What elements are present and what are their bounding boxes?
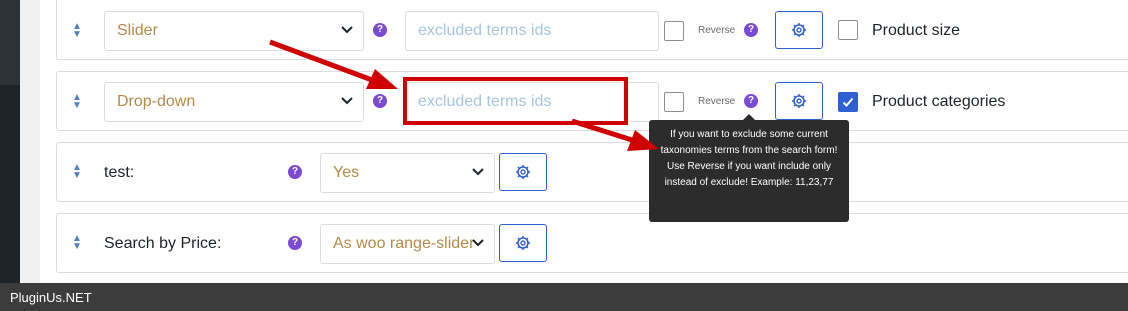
filter-type-select[interactable]: Drop-down <box>104 82 364 122</box>
help-icon[interactable]: ? <box>288 236 302 250</box>
settings-button[interactable] <box>499 153 547 191</box>
reverse-label: Reverse <box>698 25 736 36</box>
footer-bar: PluginUs.NET <box>0 283 1128 311</box>
drag-handle-icon[interactable]: ▲ ▼ <box>72 163 82 182</box>
option-select-value: As woo range-slider <box>333 235 475 252</box>
admin-sidebar-edge <box>0 0 20 283</box>
help-icon[interactable]: ? <box>744 94 758 108</box>
drag-handle-icon[interactable]: ▲ ▼ <box>72 22 82 41</box>
option-select-value: Yes <box>333 164 360 181</box>
footer-brand: PluginUs.NET <box>10 290 92 305</box>
option-select[interactable]: As woo range-slider <box>320 224 495 264</box>
option-select[interactable]: Yes <box>320 153 495 193</box>
chevron-down-icon <box>472 168 484 176</box>
gear-icon <box>516 165 530 179</box>
reverse-checkbox[interactable] <box>664 92 684 112</box>
enable-checkbox[interactable] <box>838 92 858 112</box>
field-label: Product size <box>872 22 961 39</box>
chevron-down-icon <box>341 97 353 105</box>
admin-sidebar-top <box>0 0 20 85</box>
excluded-terms-input[interactable]: excluded terms ids <box>405 11 659 51</box>
help-icon[interactable]: ? <box>744 23 758 37</box>
gear-icon <box>792 23 806 37</box>
chevron-down-icon <box>472 239 484 247</box>
option-label: Search by Price: <box>104 235 222 252</box>
filter-type-value: Drop-down <box>117 93 196 110</box>
content-gutter <box>20 0 40 283</box>
settings-button[interactable] <box>775 82 823 120</box>
settings-button[interactable] <box>775 11 823 49</box>
field-label: Product categories <box>872 93 1006 110</box>
settings-button[interactable] <box>499 224 547 262</box>
filter-type-value: Slider <box>117 22 158 39</box>
filter-row <box>56 142 1128 202</box>
help-icon[interactable]: ? <box>373 94 387 108</box>
filter-type-select[interactable]: Slider <box>104 11 364 51</box>
highlight-box <box>403 77 628 125</box>
help-icon[interactable]: ? <box>373 23 387 37</box>
gear-icon <box>792 94 806 108</box>
option-label: test: <box>104 164 135 181</box>
reverse-checkbox[interactable] <box>664 21 684 41</box>
reverse-label: Reverse <box>698 96 736 107</box>
help-icon[interactable]: ? <box>288 165 302 179</box>
check-icon <box>842 97 854 107</box>
chevron-down-icon <box>341 26 353 34</box>
drag-handle-icon[interactable]: ▲ ▼ <box>72 93 82 112</box>
drag-handle-icon[interactable]: ▲ ▼ <box>72 234 82 253</box>
gear-icon <box>516 236 530 250</box>
help-tooltip: If you want to exclude some current taxo… <box>649 114 849 222</box>
enable-checkbox[interactable] <box>838 20 858 40</box>
